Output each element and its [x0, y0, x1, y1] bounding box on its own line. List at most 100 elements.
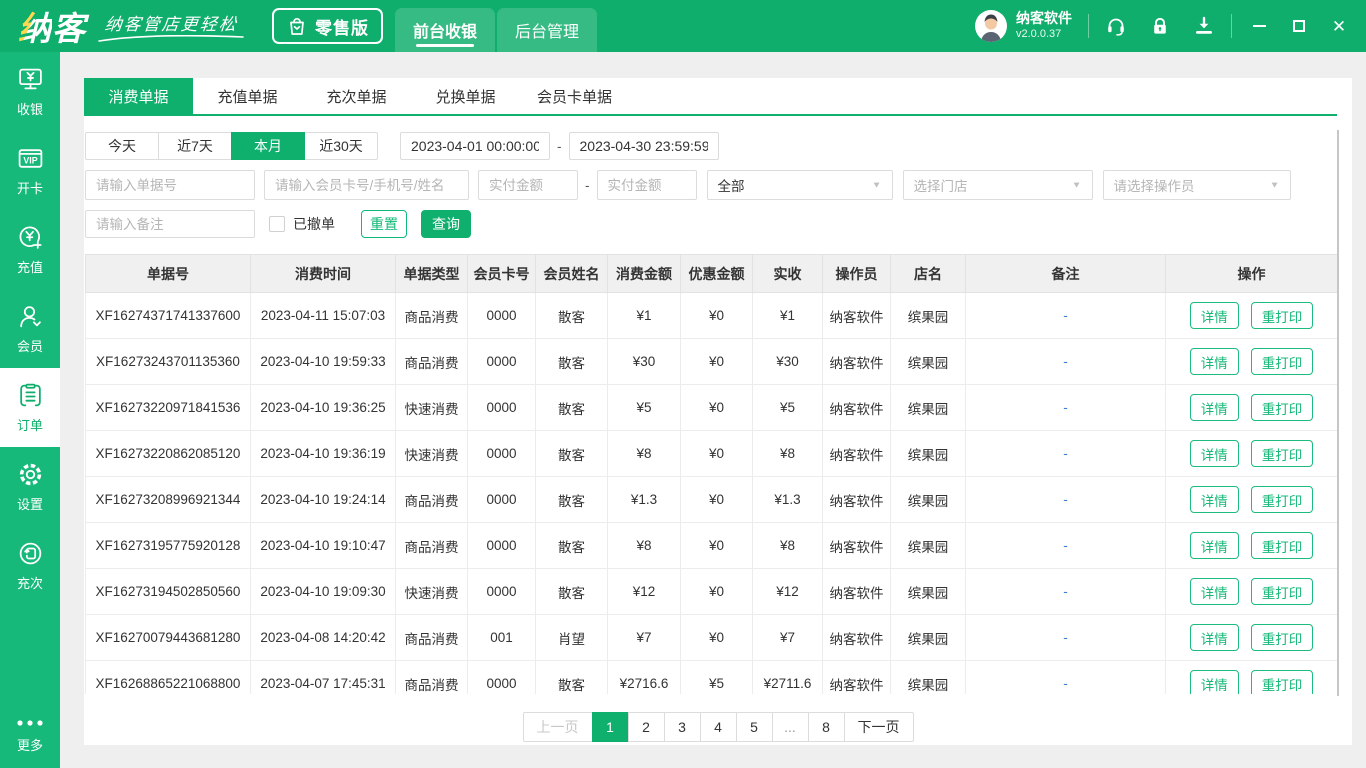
sidebar-item-refill-times[interactable]: 充次	[0, 526, 60, 605]
range-7days-button[interactable]: 近7天	[158, 132, 232, 160]
cell-amount: ¥7	[607, 614, 681, 661]
cell-store: 缤果园	[890, 568, 966, 615]
sidebar-item-label: 开卡	[16, 180, 43, 196]
prev-page-button[interactable]: 上一页	[522, 712, 593, 742]
detail-button[interactable]: 详情	[1189, 578, 1239, 605]
tab-label: 充值单据	[217, 88, 278, 106]
cell-member: 散客	[535, 292, 608, 339]
cell-note: -	[965, 522, 1166, 569]
sidebar-item-open-card[interactable]: VIP 开卡	[0, 131, 60, 210]
sidebar-item-orders[interactable]: 订单	[0, 368, 60, 447]
detail-button[interactable]: 详情	[1189, 348, 1239, 375]
header-divider	[1088, 14, 1089, 38]
reprint-button[interactable]: 重打印	[1250, 670, 1314, 694]
detail-button[interactable]: 详情	[1189, 624, 1239, 651]
cell-amount: ¥1	[607, 292, 681, 339]
cell-order-no: XF16273194502850560	[85, 568, 251, 615]
detail-button[interactable]: 详情	[1189, 440, 1239, 467]
voided-checkbox[interactable]	[269, 216, 285, 232]
cell-order-no: XF16274371741337600	[85, 292, 251, 339]
range-today-button[interactable]: 今天	[85, 132, 159, 160]
lock-icon[interactable]	[1149, 15, 1171, 37]
cell-card-no: 0000	[467, 384, 536, 431]
cell-operator: 纳客软件	[822, 430, 891, 477]
reprint-button[interactable]: 重打印	[1250, 624, 1314, 651]
page-button-1[interactable]: 1	[591, 712, 629, 742]
table-row: XF16273194502850560 2023-04-10 19:09:30 …	[85, 568, 1337, 615]
cell-discount: ¥0	[680, 522, 753, 569]
vertical-scrollbar[interactable]	[1337, 130, 1339, 696]
reprint-button[interactable]: 重打印	[1250, 348, 1314, 375]
cell-amount: ¥8	[607, 522, 681, 569]
col-note: 备注	[965, 254, 1166, 293]
close-button[interactable]: ✕	[1332, 18, 1346, 35]
sidebar-item-cashier[interactable]: 收银	[0, 52, 60, 131]
tab-recharge-orders[interactable]: 充值单据	[193, 78, 302, 114]
order-type-select[interactable]: 全部 ▼	[706, 170, 893, 200]
note-input[interactable]	[85, 210, 255, 238]
user-info[interactable]: 纳客软件 v2.0.0.37	[974, 9, 1072, 43]
search-button[interactable]: 查询	[421, 210, 471, 238]
cell-amount: ¥8	[607, 430, 681, 477]
cell-operator: 纳客软件	[822, 292, 891, 339]
reprint-button[interactable]: 重打印	[1250, 486, 1314, 513]
amount-max-input[interactable]	[596, 170, 697, 200]
table-row: XF16273195775920128 2023-04-10 19:10:47 …	[85, 522, 1337, 569]
date-from-input[interactable]	[400, 132, 550, 160]
tab-consumption-orders[interactable]: 消费单据	[84, 78, 193, 114]
store-select[interactable]: 选择门店 ▼	[902, 170, 1093, 200]
operator-select[interactable]: 请选择操作员 ▼	[1102, 170, 1291, 200]
amount-min-input[interactable]	[478, 170, 578, 200]
date-to-input[interactable]	[568, 132, 719, 160]
sidebar-item-member[interactable]: 会员	[0, 289, 60, 368]
page-button-4[interactable]: 4	[699, 712, 737, 742]
download-icon[interactable]	[1193, 15, 1215, 37]
member-search-input[interactable]	[264, 170, 469, 200]
page-ellipsis[interactable]: ...	[771, 712, 809, 742]
reprint-button[interactable]: 重打印	[1250, 394, 1314, 421]
tab-exchange-orders[interactable]: 兑换单据	[411, 78, 520, 114]
detail-button[interactable]: 详情	[1189, 394, 1239, 421]
sidebar-item-settings[interactable]: 设置	[0, 447, 60, 526]
cell-discount: ¥5	[680, 660, 753, 694]
cell-member: 散客	[535, 476, 608, 523]
maximize-button[interactable]	[1292, 19, 1306, 33]
order-no-input[interactable]	[85, 170, 255, 200]
page-button-5[interactable]: 5	[735, 712, 773, 742]
col-time: 消费时间	[250, 254, 396, 293]
detail-button[interactable]: 详情	[1189, 302, 1239, 329]
sidebar-item-more[interactable]: 更多	[0, 702, 60, 768]
col-order-no: 单据号	[85, 254, 251, 293]
table-row: XF16273208996921344 2023-04-10 19:24:14 …	[85, 476, 1337, 523]
page-button-3[interactable]: 3	[663, 712, 701, 742]
reset-button[interactable]: 重置	[361, 210, 407, 238]
reprint-button[interactable]: 重打印	[1250, 440, 1314, 467]
tab-refill-orders[interactable]: 充次单据	[302, 78, 411, 114]
reprint-button[interactable]: 重打印	[1250, 532, 1314, 559]
customer-service-icon[interactable]	[1105, 15, 1127, 37]
page-button-2[interactable]: 2	[627, 712, 665, 742]
cell-paid: ¥2711.6	[752, 660, 823, 694]
more-dots-icon	[17, 719, 43, 726]
next-page-button[interactable]: 下一页	[843, 712, 914, 742]
page-button-8[interactable]: 8	[807, 712, 845, 742]
range-30days-button[interactable]: 近30天	[304, 132, 378, 160]
cell-actions: 详情 重打印	[1165, 430, 1337, 477]
date-range-separator: -	[557, 138, 562, 154]
detail-button[interactable]: 详情	[1189, 670, 1239, 694]
tab-member-card-orders[interactable]: 会员卡单据	[520, 78, 629, 114]
detail-button[interactable]: 详情	[1189, 486, 1239, 513]
nav-tab-back-management[interactable]: 后台管理	[497, 8, 598, 52]
cell-discount: ¥0	[680, 292, 753, 339]
sidebar-item-recharge[interactable]: 充值	[0, 210, 60, 289]
range-this-month-button[interactable]: 本月	[231, 132, 305, 160]
sidebar-item-label: 设置	[16, 496, 43, 512]
cell-member: 散客	[535, 660, 608, 694]
cell-card-no: 0000	[467, 292, 536, 339]
range-label: 本月	[254, 138, 282, 154]
reprint-button[interactable]: 重打印	[1250, 578, 1314, 605]
detail-button[interactable]: 详情	[1189, 532, 1239, 559]
nav-tab-front-cashier[interactable]: 前台收银	[395, 8, 496, 52]
reprint-button[interactable]: 重打印	[1250, 302, 1314, 329]
minimize-button[interactable]	[1252, 19, 1266, 33]
